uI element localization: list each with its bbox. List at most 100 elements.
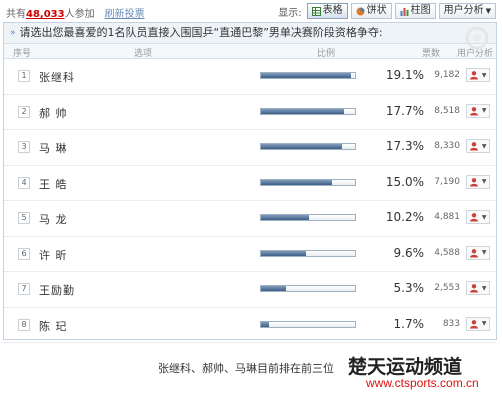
chevron-down-icon: ▼ [481,142,487,150]
ratio-bar-fill [261,286,286,291]
ratio-bar-fill [261,179,332,185]
ratio-bar-fill [261,215,309,220]
chevron-down-icon: ▼ [481,320,487,327]
pie-icon [356,7,365,15]
option-name: 陈 玘 [39,319,68,333]
table-icon [311,6,321,16]
option-name: 张继科 [39,71,75,84]
table-view-button[interactable]: 表格 [306,3,348,19]
col-ratio: 比例 [317,49,336,59]
table-row: 3 马 琳 17.3% 8,330 ▼ [4,130,496,166]
poll-toolbar: 共有48,033人参加 刷新投票 显示: 表格 饼状 柱图 用户分析 ▼ [0,0,502,22]
view-label: 显示: [278,7,302,19]
bar-view-button[interactable]: 柱图 [394,3,436,19]
ratio-bar-fill [261,108,345,114]
pie-view-button[interactable]: 饼状 [350,3,392,19]
pie-view-label: 饼状 [366,5,387,16]
ratio-percent: 17.7% [385,103,424,118]
watermark-logo-icon [465,26,489,50]
ratio-percent: 17.3% [385,139,424,153]
ratio-bar [260,72,356,79]
ratio-bar-fill [261,321,269,327]
user-analysis-dropdown[interactable]: ▼ [466,174,490,189]
table-body: 1 张继科 19.1% 9,182 ▼ 2 郝 帅 17.7% 8,518 ▼ 3 马 琳 17.3% 8… [4,59,496,343]
vote-count: 4,881 [434,212,460,222]
user-analysis-dropdown[interactable]: ▼ [466,316,490,331]
option-name: 王 皓 [39,177,68,191]
ratio-bar [260,178,356,186]
table-view-label: 表格 [322,5,343,16]
rank-badge: 2 [18,105,30,118]
chevron-down-icon: ▼ [481,284,487,292]
refresh-vote-link[interactable]: 刷新投票 [105,9,145,20]
ratio-bar-fill [261,73,351,78]
table-row: 2 郝 帅 17.7% 8,518 ▼ [4,95,496,130]
table-header: 序号 选项 比例 票数 用户分析 [4,44,496,59]
table-row: 7 王励勤 5.3% 2,553 ▼ [4,272,496,308]
participant-count[interactable]: 48,033 [26,9,65,20]
vote-count: 8,518 [434,105,460,116]
ratio-bar [260,249,356,257]
brand-title: 楚天运动频道 [348,356,463,378]
brand-site: www.ctsports.com.cn [366,376,479,390]
vote-count: 833 [442,318,460,329]
rank-badge: 7 [18,283,30,295]
ratio-bar [260,320,356,328]
chevron-down-icon: ▼ [481,178,487,185]
table-row: 8 陈 玘 1.7% 833 ▼ [4,308,496,343]
user-analysis-dropdown[interactable]: ▼ [466,245,490,260]
user-analysis-dropdown[interactable]: ▼ [466,139,490,153]
ratio-percent: 1.7% [393,316,425,331]
option-name: 王励勤 [39,284,75,297]
question-bar: » 请选出您最喜爱的1名队员直接入围国乒“直通巴黎”男单决赛阶段资格争夺: [4,23,496,44]
vote-count: 9,182 [434,70,460,80]
col-option: 选项 [134,49,153,59]
user-avatar-icon [470,213,479,222]
rank-badge: 4 [18,176,30,189]
rank-badge: 5 [18,212,30,224]
chevron-down-icon: ▼ [485,7,491,15]
user-avatar-icon [470,71,479,80]
chevron-right-icon: » [10,28,16,38]
table-row: 1 张继科 19.1% 9,182 ▼ [4,59,496,95]
chevron-down-icon: ▼ [481,249,487,256]
user-analysis-dropdown[interactable]: ▼ [466,210,490,224]
ratio-percent: 10.2% [385,210,424,224]
ratio-bar [260,143,356,150]
table-row: 6 许 昕 9.6% 4,588 ▼ [4,237,496,272]
option-name: 郝 帅 [39,106,68,120]
user-analysis-dropdown[interactable]: ▼ [466,68,490,82]
rank-badge: 6 [18,247,30,260]
user-avatar-icon [470,319,479,328]
col-rank: 序号 [13,49,32,59]
table-row: 4 王 皓 15.0% 7,190 ▼ [4,166,496,201]
poll-table: » 请选出您最喜爱的1名队员直接入围国乒“直通巴黎”男单决赛阶段资格争夺: 序号… [3,22,497,343]
option-name: 马 龙 [39,213,68,226]
user-avatar-icon [470,284,479,293]
rank-badge: 1 [18,70,30,82]
bar-view-label: 柱图 [410,5,431,16]
ratio-percent: 15.0% [385,174,424,189]
vote-count: 2,553 [434,283,460,293]
view-switcher: 显示: 表格 饼状 柱图 用户分析 ▼ [278,3,496,19]
user-analysis-dropdown[interactable]: ▼ [466,281,490,295]
table-row: 5 马 龙 10.2% 4,881 ▼ [4,201,496,237]
user-avatar-icon [470,177,479,186]
user-analysis-button[interactable]: 用户分析 ▼ [438,3,496,19]
vote-count: 4,588 [434,247,460,258]
user-analysis-dropdown[interactable]: ▼ [466,103,490,118]
question-text: 请选出您最喜爱的1名队员直接入围国乒“直通巴黎”男单决赛阶段资格争夺: [19,26,383,39]
chevron-down-icon: ▼ [481,213,487,221]
vote-count: 7,190 [434,176,460,187]
participant-summary: 共有48,033人参加 刷新投票 [6,5,145,20]
user-avatar-icon [470,142,479,151]
ratio-percent: 19.1% [385,68,424,82]
ratio-percent: 5.3% [393,281,425,295]
image-caption: 张继科、郝帅、马琳目前排在前三位 [158,362,334,375]
summary-prefix: 共有 [6,9,26,20]
col-votes: 票数 [422,49,441,59]
user-avatar-icon [470,248,479,257]
ratio-bar-fill [261,250,307,256]
option-name: 马 琳 [39,142,68,155]
vote-count: 8,330 [434,141,460,151]
